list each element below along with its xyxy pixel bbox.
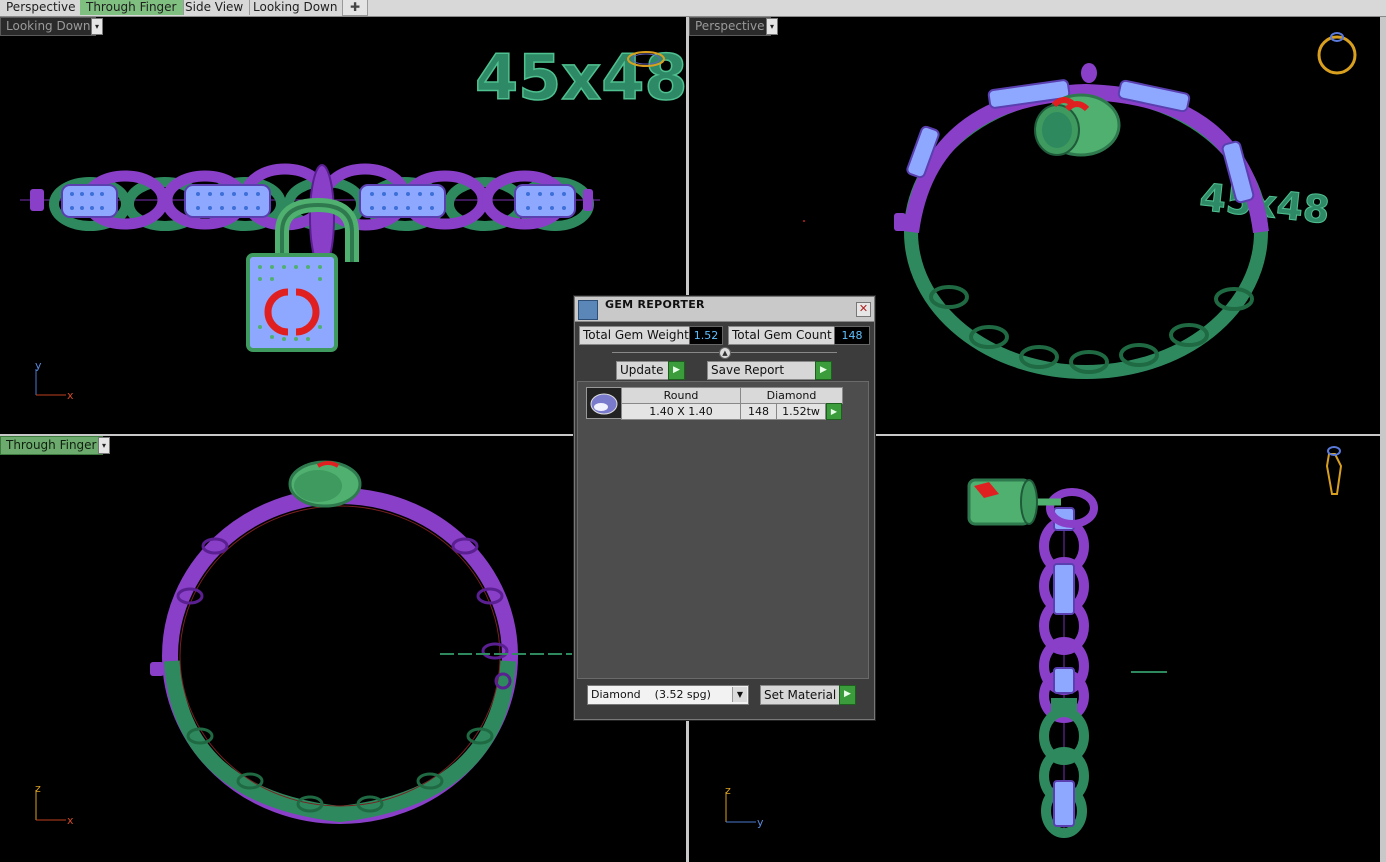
viewport-label-perspective: Perspective (689, 17, 771, 36)
axis-x-label-bottom: x (67, 814, 74, 827)
gem-reporter-icon (578, 300, 598, 320)
update-arrow-icon[interactable]: ▶ (668, 361, 685, 380)
total-gem-weight-value: 1.52 (689, 326, 723, 345)
material-select-value: Diamond (3.52 spg) (591, 688, 711, 701)
gem-weight-cell: 1.52tw (776, 403, 826, 420)
save-report-arrow-icon[interactable]: ▶ (815, 361, 832, 380)
update-button[interactable]: Update (616, 361, 670, 380)
set-material-button[interactable]: Set Material (760, 685, 843, 705)
gem-list: Round Diamond 1.40 X 1.40 148 1.52tw ▶ (577, 381, 869, 679)
tab-perspective[interactable]: Perspective (0, 0, 83, 15)
add-tab-icon[interactable]: ✚ (342, 0, 368, 16)
tab-through-finger[interactable]: Through Finger (80, 0, 184, 15)
gem-reporter-dialog: GEM REPORTER ✕ Total Gem Weight 1.52 Tot… (574, 296, 875, 720)
axis-z-label: z (35, 782, 41, 795)
total-gem-weight-label: Total Gem Weight (579, 326, 693, 345)
viewport-label-through-finger: Through Finger (0, 436, 103, 455)
viewport-menu-dropdown-icon[interactable]: ▾ (91, 18, 103, 35)
close-icon[interactable]: ✕ (856, 302, 871, 317)
view-tab-bar: Perspective Through Finger Side View Loo… (0, 0, 1386, 17)
gem-size-cell: 1.40 X 1.40 (621, 403, 741, 420)
axis-y-label: y (35, 359, 42, 372)
save-report-button[interactable]: Save Report (707, 361, 819, 380)
dialog-title: GEM REPORTER (605, 298, 705, 311)
viewport-label-looking-down: Looking Down (0, 17, 97, 36)
axis-y-label-side: y (757, 816, 764, 829)
total-gem-count-label: Total Gem Count (728, 326, 836, 345)
ring-view-cube-icon[interactable] (1317, 31, 1357, 75)
dialog-title-bar[interactable]: GEM REPORTER ✕ (575, 297, 874, 322)
round-gem-icon[interactable] (586, 387, 622, 419)
gem-material-header: Diamond (740, 387, 843, 404)
gem-row-arrow-icon[interactable]: ▶ (826, 403, 842, 420)
axis-x-label: x (67, 389, 74, 402)
viewport-menu-dropdown-icon-perspective[interactable]: ▾ (766, 18, 778, 35)
viewport-menu-dropdown-icon-through-finger[interactable]: ▾ (98, 437, 110, 454)
tab-looking-down[interactable]: Looking Down (247, 0, 345, 15)
gem-count-cell: 148 (740, 403, 777, 420)
tab-side-view[interactable]: Side View (179, 0, 251, 15)
pendant-view-cube-icon[interactable] (1319, 444, 1347, 500)
set-material-arrow-icon[interactable]: ▶ (839, 685, 856, 705)
material-select[interactable]: Diamond (3.52 spg) ▼ (587, 685, 749, 705)
axis-z-label-side: z (725, 784, 731, 797)
collapse-chevron-icon[interactable]: ▲ (719, 347, 731, 359)
chevron-down-icon[interactable]: ▼ (732, 687, 747, 702)
gem-shape-header: Round (621, 387, 741, 404)
total-gem-count-value: 148 (834, 326, 870, 345)
